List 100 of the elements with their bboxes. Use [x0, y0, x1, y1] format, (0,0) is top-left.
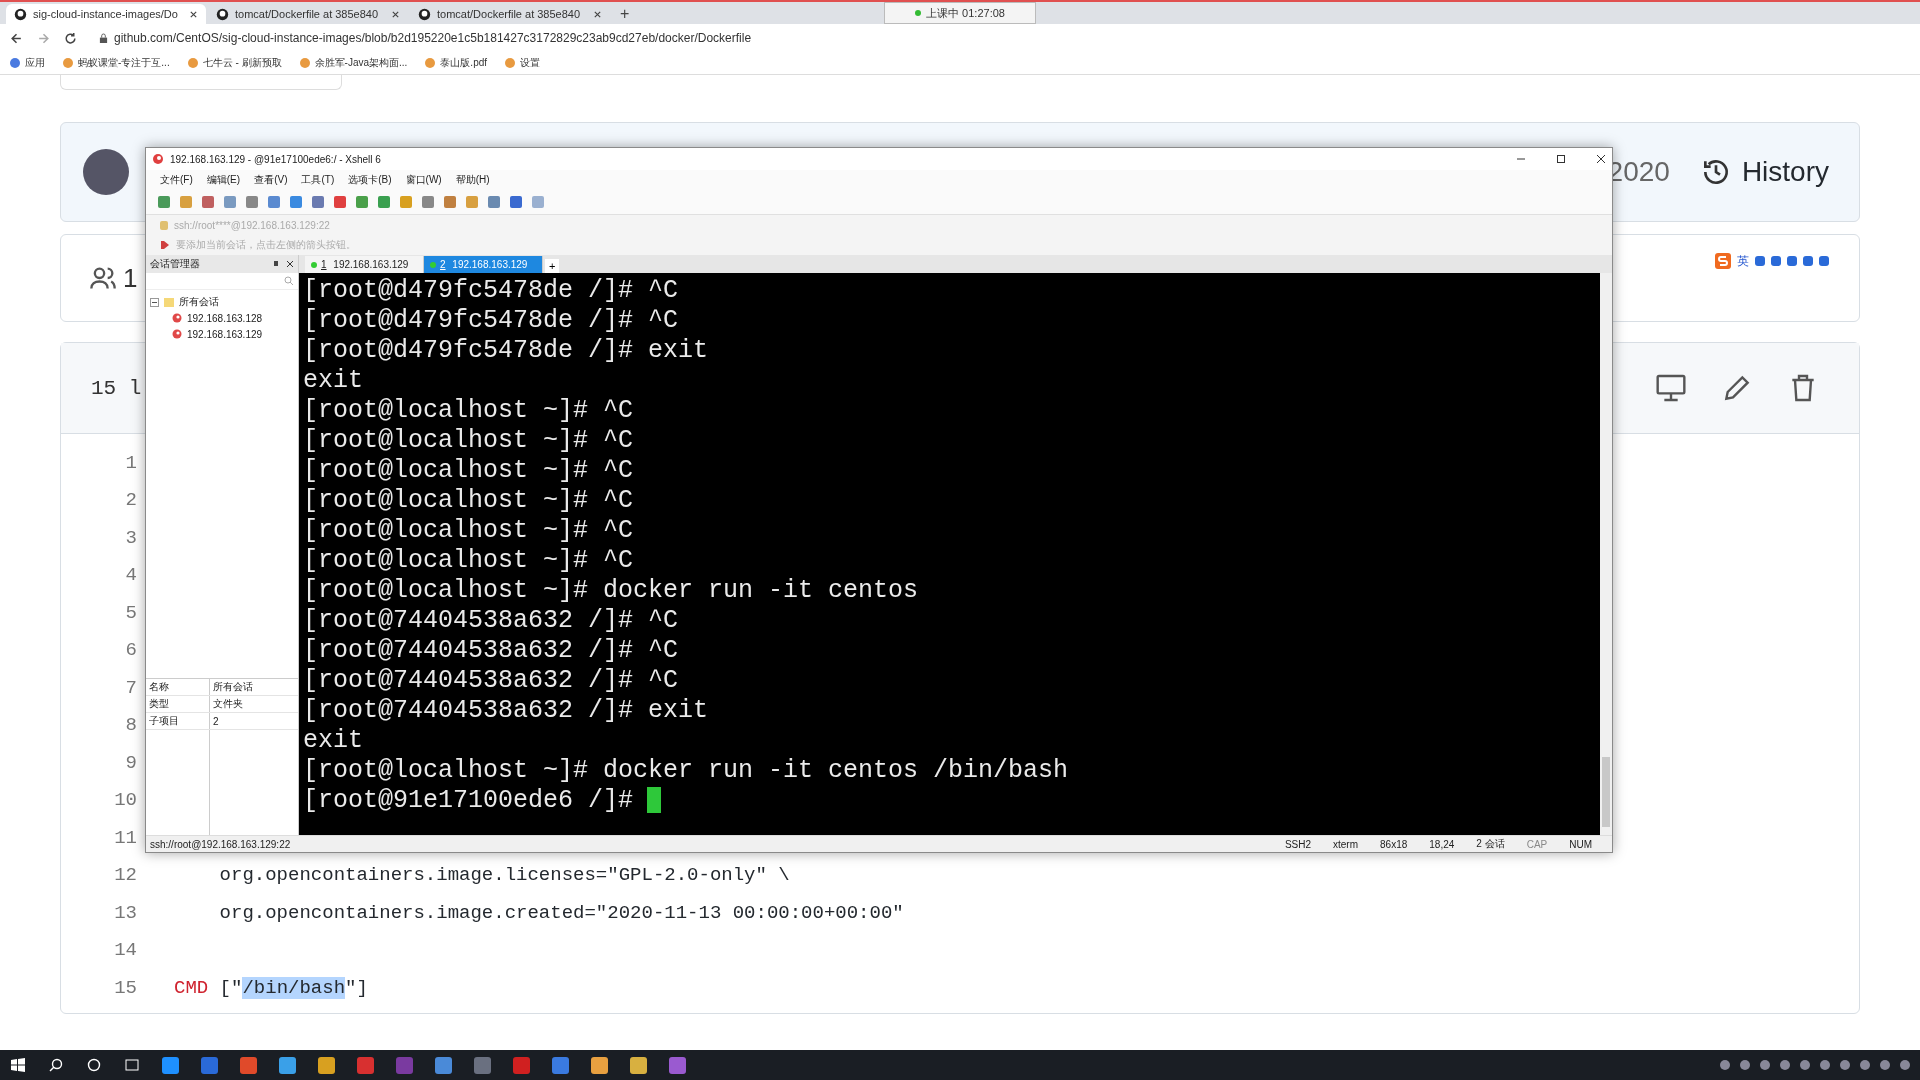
reload-icon[interactable]	[64, 31, 77, 45]
property-name: 子项目	[146, 713, 210, 729]
line-number: 14	[113, 939, 137, 962]
app-icon[interactable]	[669, 1056, 686, 1074]
line-number: 10	[113, 789, 137, 812]
bookmark[interactable]: 泰山版.pdf	[425, 56, 488, 70]
session-icon	[172, 329, 182, 339]
window-title: 192.168.163.129 - @91e17100ede6:/ - Xshell 6	[170, 153, 381, 165]
toolbar-icon[interactable]	[334, 196, 346, 208]
line-number: 11	[113, 826, 137, 849]
property-value: 文件夹	[212, 697, 244, 711]
menu-item[interactable]: 编辑(E)	[206, 173, 241, 187]
browser-tab[interactable]: sig-cloud-instance-images/Do	[6, 4, 206, 24]
tree-folder[interactable]: 所有会话	[146, 294, 298, 310]
address-field[interactable]: github.com/CentOS/sig-cloud-instance-images/blob/b2d195220e1c5b181427c3172829c23ab9cd27eb/docker/Dockerfile	[114, 31, 752, 45]
pin-icon[interactable]	[272, 260, 280, 268]
search-icon[interactable]	[48, 1057, 64, 1073]
session-item[interactable]: 192.168.163.129	[146, 326, 298, 342]
line-number: 12	[113, 864, 137, 887]
collapse-icon[interactable]	[150, 297, 159, 307]
search-field[interactable]	[146, 273, 298, 290]
close-icon[interactable]	[189, 9, 198, 19]
menu-item[interactable]: 查看(V)	[254, 173, 288, 187]
terminal-line: exit	[303, 725, 363, 755]
maximize-icon[interactable]	[1556, 154, 1566, 164]
toolbar-icon[interactable]	[158, 196, 170, 208]
app-icon[interactable]	[318, 1056, 335, 1074]
github-icon	[418, 7, 431, 21]
property-value: 2	[212, 714, 220, 729]
bookmark[interactable]: 七牛云 - 刷新预取	[187, 56, 282, 70]
app-icon[interactable]	[630, 1056, 647, 1074]
terminal-line: [root@74404538a632 /]# ^C	[303, 665, 679, 695]
property-value: 所有会话	[212, 680, 254, 694]
terminal-screen[interactable]	[299, 273, 1612, 835]
browser-tab[interactable]: tomcat/Dockerfile at 385e840	[208, 4, 408, 24]
bookmark[interactable]: 余胜军-Java架构面...	[299, 56, 408, 70]
terminal-line: exit	[303, 365, 363, 395]
scrollbar[interactable]	[1600, 273, 1612, 835]
arrow-icon[interactable]	[160, 240, 170, 250]
menu-item[interactable]: 选项卡(B)	[348, 173, 392, 187]
lock-icon	[99, 32, 108, 44]
status-item: 2 会话	[1476, 837, 1505, 851]
history-link[interactable]: History	[1699, 156, 1829, 188]
app-icon[interactable]	[240, 1056, 257, 1074]
bookmark[interactable]: 蚂蚁课堂-专注于互...	[63, 56, 170, 70]
back-icon[interactable]	[10, 31, 23, 45]
recording-indicator: 上课中 01:27:08	[884, 2, 1036, 24]
toolbar-icon[interactable]	[202, 196, 214, 208]
app-icon[interactable]	[279, 1056, 296, 1074]
status-item: xterm	[1333, 838, 1359, 850]
session-item[interactable]: 192.168.163.128	[146, 310, 298, 326]
forward-icon[interactable]	[37, 31, 50, 45]
app-icon[interactable]	[201, 1056, 218, 1074]
toolbar-icon[interactable]	[312, 196, 324, 208]
toolbar-icon[interactable]	[290, 196, 302, 208]
menu-item[interactable]: 文件(F)	[160, 173, 193, 187]
line-number: 2	[124, 489, 137, 512]
app-icon[interactable]	[552, 1056, 569, 1074]
toolbar-icon[interactable]	[268, 196, 280, 208]
github-icon	[14, 7, 27, 21]
app-icon[interactable]	[435, 1056, 452, 1074]
status-item: 86x18	[1380, 838, 1408, 850]
close-icon[interactable]	[1596, 154, 1606, 164]
lock-icon	[160, 220, 168, 230]
app-icon[interactable]	[591, 1056, 608, 1074]
close-icon[interactable]	[593, 9, 602, 19]
bookmark[interactable]: 应用	[10, 56, 45, 70]
terminal-line: [root@d479fc5478de /]# ^C	[303, 275, 679, 305]
terminal-line: [root@localhost ~]# docker run -it centos	[303, 575, 919, 605]
search-icon	[284, 276, 294, 286]
bookmark[interactable]: 设置	[505, 56, 541, 70]
task-view-icon[interactable]	[124, 1057, 140, 1073]
new-tab-button[interactable]: +	[612, 4, 638, 24]
toolbar-icon[interactable]	[488, 196, 500, 208]
windows-logo-icon[interactable]	[10, 1057, 26, 1073]
terminal-line: [root@localhost ~]# ^C	[303, 545, 634, 575]
desktop-icon[interactable]	[1655, 372, 1687, 404]
menu-item[interactable]: 工具(T)	[301, 173, 335, 187]
code-line: org.opencontainers.image.created="2020-11-13 00:00:00+00:00"	[218, 901, 904, 924]
terminal-line: [root@localhost ~]# docker run -it centos /bin/bash	[303, 755, 1069, 785]
session-tab[interactable]: 1 192.168.163.129	[305, 256, 424, 273]
session-tab[interactable]: 2 192.168.163.129	[424, 256, 543, 273]
toolbar-icon[interactable]	[422, 196, 434, 208]
app-icon[interactable]	[357, 1056, 374, 1074]
close-icon[interactable]	[391, 9, 400, 19]
menu-item[interactable]: 窗口(W)	[405, 173, 442, 187]
app-icon[interactable]	[162, 1056, 179, 1074]
toolbar-icon[interactable]	[246, 196, 258, 208]
ime-toolbar[interactable]: 英	[1715, 252, 1829, 270]
line-number: 9	[124, 751, 137, 774]
close-icon[interactable]	[286, 260, 294, 268]
line-number: 8	[124, 714, 137, 737]
menu-item[interactable]: 帮助(H)	[455, 173, 490, 187]
terminal-line: [root@91e17100ede6 /]#	[303, 785, 634, 815]
app-icon[interactable]	[474, 1056, 491, 1074]
status-item: NUM	[1569, 838, 1592, 850]
new-tab-button[interactable]: +	[545, 259, 560, 273]
toolbar-icon[interactable]	[510, 196, 522, 208]
circle-icon[interactable]	[86, 1057, 102, 1073]
browser-tab[interactable]: tomcat/Dockerfile at 385e840	[410, 4, 610, 24]
